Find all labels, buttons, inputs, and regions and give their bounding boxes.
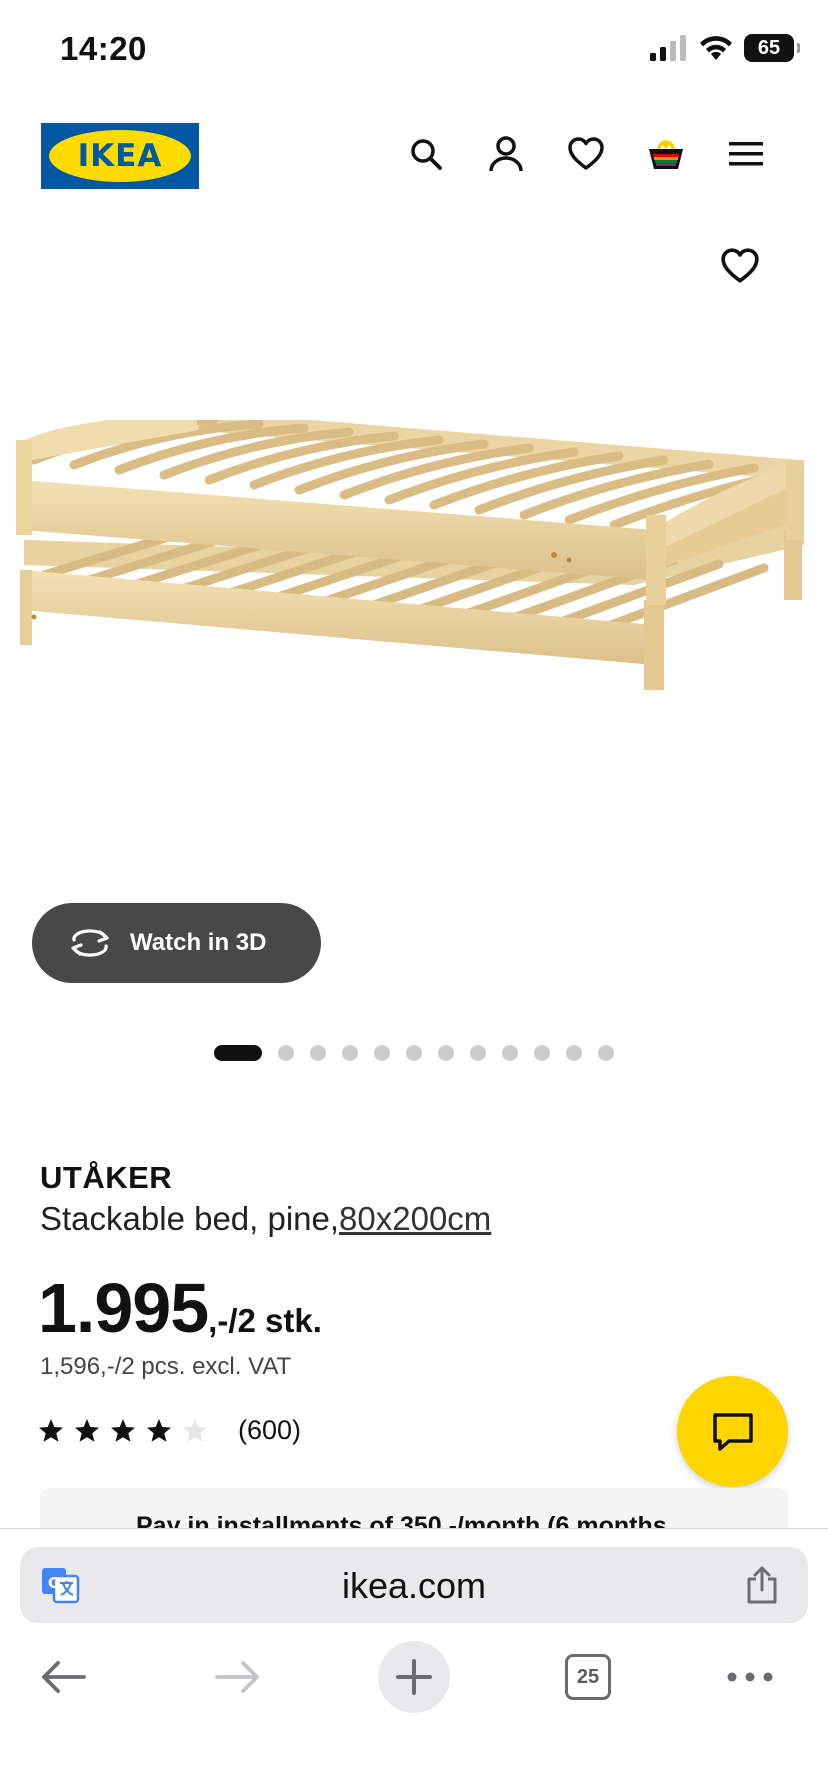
star-filled-icon [75, 1418, 99, 1442]
back-arrow-icon [42, 1661, 86, 1693]
carousel-dot[interactable] [438, 1045, 454, 1061]
watch-in-3d-button[interactable]: Watch in 3D [32, 903, 321, 983]
forward-button[interactable] [202, 1641, 274, 1713]
status-time: 14:20 [60, 30, 147, 67]
carousel-dot[interactable] [374, 1045, 390, 1061]
product-name: UTÅKER [40, 1160, 173, 1195]
carousel-dot[interactable] [502, 1045, 518, 1061]
chat-button[interactable] [677, 1376, 788, 1487]
star-filled-icon [111, 1418, 135, 1442]
header-icons [404, 132, 768, 176]
rotate-3d-icon [71, 929, 109, 957]
chat-icon [712, 1412, 753, 1451]
heart-icon [721, 248, 759, 283]
battery-indicator: 65 [744, 34, 800, 62]
logo-ellipse: IKEA [49, 130, 191, 182]
browser-toolbar: G ikea.com 25 [0, 1528, 828, 1792]
watch-in-3d-label: Watch in 3D [130, 929, 267, 956]
dimension-link[interactable]: 80x200cm [339, 1200, 491, 1237]
browser-nav: 25 [0, 1641, 828, 1721]
carousel-dot[interactable] [534, 1045, 550, 1061]
account-icon[interactable] [484, 132, 528, 176]
rating-count: (600) [238, 1415, 302, 1445]
star-filled-icon [39, 1418, 63, 1442]
status-icons: 65 [648, 34, 800, 62]
more-button[interactable] [714, 1641, 786, 1713]
search-icon[interactable] [404, 132, 448, 176]
site-header: IKEA [0, 120, 828, 190]
carousel-dot[interactable] [470, 1045, 486, 1061]
carousel-dot[interactable] [278, 1045, 294, 1061]
cellular-signal-icon [650, 35, 686, 61]
star-empty-icon [183, 1418, 207, 1442]
price-excl-vat: 1,596,-/2 pcs. excl. VAT [40, 1353, 292, 1380]
back-button[interactable] [27, 1641, 99, 1713]
price: 1.995 ,-/2 stk. [38, 1268, 322, 1348]
carousel-dots [214, 1045, 614, 1061]
carousel-dot[interactable] [406, 1045, 422, 1061]
plus-icon [396, 1659, 432, 1695]
forward-arrow-icon [215, 1661, 259, 1693]
address-bar[interactable]: G ikea.com [20, 1547, 808, 1623]
add-to-wishlist-button[interactable] [720, 248, 764, 292]
carousel-dot[interactable] [342, 1045, 358, 1061]
carousel-dot[interactable] [310, 1045, 326, 1061]
product-description: Stackable bed, pine,80x200cm [40, 1200, 491, 1238]
price-suffix: ,-/2 stk. [208, 1302, 322, 1339]
tabs-button[interactable]: 25 [552, 1641, 624, 1713]
product-description-text: Stackable bed, pine, [40, 1200, 340, 1237]
product-image[interactable] [14, 420, 814, 780]
more-dots-icon [727, 1672, 773, 1682]
rating[interactable]: (600) [38, 1415, 301, 1446]
carousel-dot[interactable] [214, 1045, 262, 1061]
carousel-dot[interactable] [566, 1045, 582, 1061]
star-filled-icon [147, 1418, 171, 1442]
url-text: ikea.com [341, 1565, 487, 1606]
tab-count: 25 [565, 1654, 611, 1700]
logo-text: IKEA [77, 138, 163, 174]
status-bar: 14:20 65 [0, 0, 828, 100]
wishlist-icon[interactable] [564, 132, 608, 176]
rating-stars [38, 1418, 208, 1444]
price-main: 1.995 [38, 1269, 209, 1347]
carousel-dot[interactable] [598, 1045, 614, 1061]
cart-icon[interactable] [644, 132, 688, 176]
share-icon[interactable] [744, 1565, 780, 1605]
new-tab-button[interactable] [378, 1641, 450, 1713]
menu-icon[interactable] [724, 132, 768, 176]
ikea-logo[interactable]: IKEA [41, 123, 199, 189]
installment-banner[interactable]: Pay in installments of 350,-/month (6 mo… [40, 1488, 788, 1528]
installment-text: Pay in installments of 350,-/month (6 mo… [136, 1512, 667, 1528]
wifi-icon [700, 36, 732, 60]
